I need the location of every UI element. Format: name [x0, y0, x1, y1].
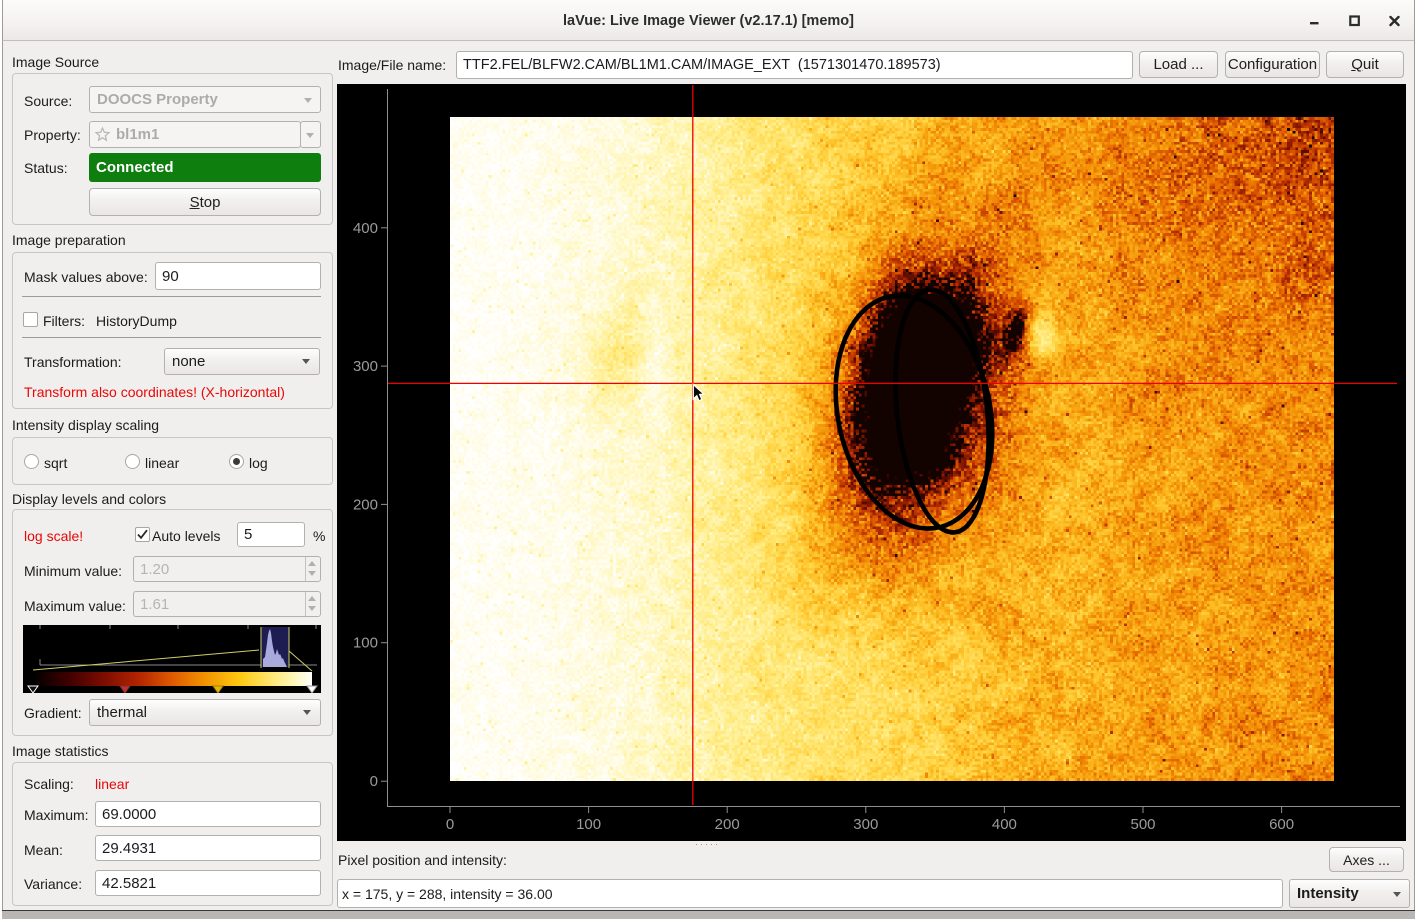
svg-text:300: 300 [853, 816, 878, 833]
svg-text:600: 600 [1269, 816, 1294, 833]
svg-text:500: 500 [1130, 816, 1155, 833]
svg-text:0: 0 [446, 816, 454, 833]
svg-text:100: 100 [353, 635, 378, 652]
svg-text:100: 100 [576, 816, 601, 833]
svg-text:0: 0 [370, 773, 378, 790]
svg-text:200: 200 [353, 496, 378, 513]
svg-text:300: 300 [353, 358, 378, 375]
svg-text:400: 400 [992, 816, 1017, 833]
svg-text:400: 400 [353, 220, 378, 237]
svg-text:200: 200 [715, 816, 740, 833]
